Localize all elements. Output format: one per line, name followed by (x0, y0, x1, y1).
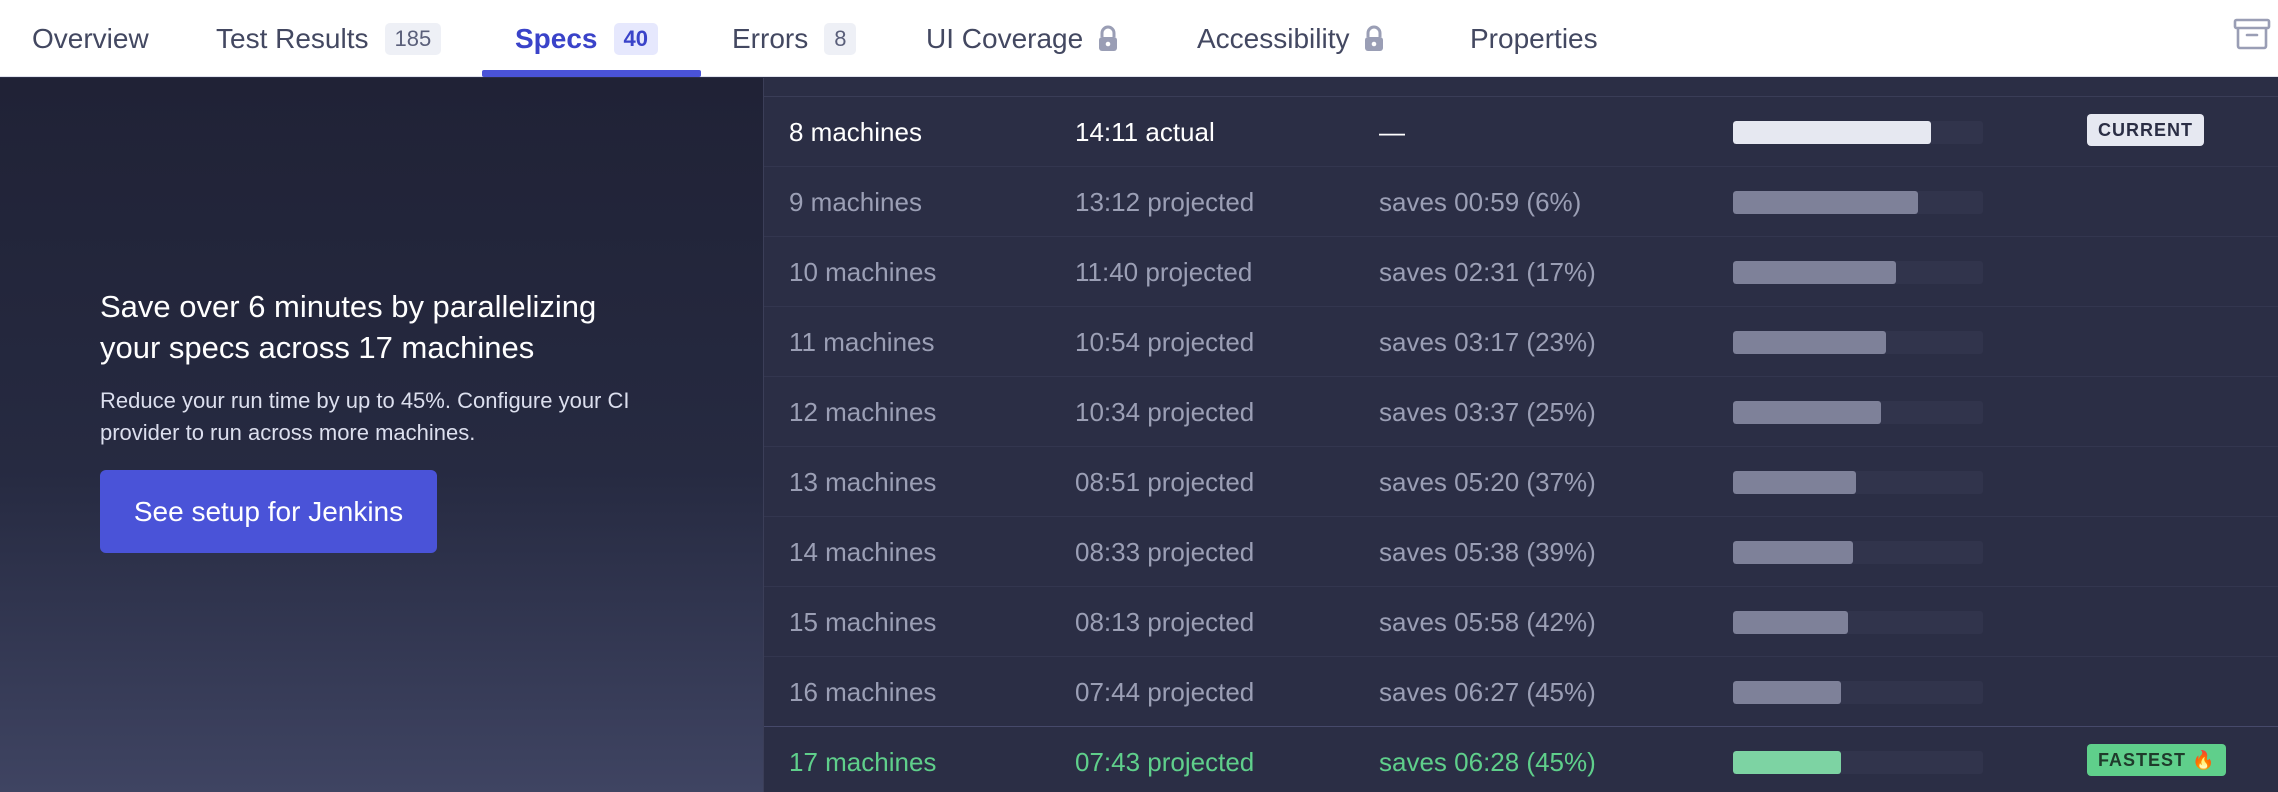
badge-label: FASTEST (2098, 749, 2187, 770)
duration-bar (1733, 681, 1983, 704)
duration-bar-fill (1733, 541, 1853, 564)
run-time: 14:11 actual (1075, 116, 1215, 147)
duration-bar-fill (1733, 401, 1881, 424)
duration-bar (1733, 471, 1983, 494)
tab-label: UI Coverage (926, 22, 1084, 54)
run-time: 11:40 projected (1075, 256, 1253, 287)
tab-test-results[interactable]: Test Results 185 (216, 0, 442, 77)
promo-title: Save over 6 minutes by parallelizing you… (100, 289, 597, 365)
table-row: 12 machines 10:34 projected saves 03:37 … (764, 377, 2278, 447)
duration-bar-fill (1733, 681, 1841, 704)
table-row: 16 machines 07:44 projected saves 06:27 … (764, 657, 2278, 727)
run-time: 10:54 projected (1075, 326, 1255, 357)
duration-bar-fill (1733, 261, 1896, 284)
setup-jenkins-button[interactable]: See setup for Jenkins (100, 470, 437, 553)
tab-bar: Overview Test Results 185 Specs 40 Error… (0, 0, 2278, 77)
machines-count: 11 machines (789, 326, 935, 357)
time-savings: saves 03:17 (23%) (1379, 326, 1596, 357)
duration-bar (1733, 751, 1983, 774)
fastest-badge: FASTEST 🔥 (2087, 744, 2227, 776)
time-savings: saves 03:37 (25%) (1379, 396, 1596, 427)
current-badge: CURRENT (2087, 114, 2204, 146)
tab-count-badge: 8 (824, 22, 857, 55)
table-row: 14 machines 08:33 projected saves 05:38 … (764, 517, 2278, 587)
table-row: 9 machines 13:12 projected saves 00:59 (… (764, 167, 2278, 237)
run-time: 07:44 projected (1075, 676, 1255, 707)
machines-count: 12 machines (789, 396, 937, 427)
tab-label: Accessibility (1197, 22, 1350, 54)
time-savings: — (1379, 116, 1405, 147)
flame-icon: 🔥 (2192, 749, 2216, 770)
machines-count: 17 machines (789, 746, 937, 777)
lock-icon (1097, 25, 1119, 53)
tab-count-badge: 40 (613, 22, 658, 55)
tab-errors[interactable]: Errors 8 (732, 0, 857, 77)
table-row: 10 machines 11:40 projected saves 02:31 … (764, 237, 2278, 307)
active-tab-indicator (482, 70, 701, 77)
archive-icon[interactable] (2233, 18, 2271, 50)
table-row: 13 machines 08:51 projected saves 05:20 … (764, 447, 2278, 517)
tab-label: Test Results (216, 22, 369, 54)
tab-specs[interactable]: Specs 40 (515, 0, 658, 77)
time-savings: saves 06:28 (45%) (1379, 746, 1596, 777)
duration-bar (1733, 191, 1983, 214)
machines-count: 14 machines (789, 536, 937, 567)
duration-bar-fill (1733, 191, 1918, 214)
table-row: 8 machines 14:11 actual — CURRENT (764, 97, 2278, 167)
time-savings: saves 05:20 (37%) (1379, 466, 1596, 497)
machines-count: 13 machines (789, 466, 937, 497)
run-time: 13:12 projected (1075, 186, 1255, 217)
tab-ui-coverage[interactable]: UI Coverage (926, 0, 1119, 77)
machines-count: 9 machines (789, 186, 922, 217)
machines-count: 16 machines (789, 676, 937, 707)
time-savings: saves 05:58 (42%) (1379, 606, 1596, 637)
run-time: 08:13 projected (1075, 606, 1255, 637)
table-row: 11 machines 10:54 projected saves 03:17 … (764, 307, 2278, 377)
tab-properties[interactable]: Properties (1470, 0, 1598, 77)
duration-bar (1733, 331, 1983, 354)
duration-bar-fill (1733, 611, 1848, 634)
duration-bar (1733, 611, 1983, 634)
run-time: 07:43 projected (1075, 746, 1255, 777)
duration-bar (1733, 121, 1983, 144)
time-savings: saves 06:27 (45%) (1379, 676, 1596, 707)
time-savings: saves 00:59 (6%) (1379, 186, 1582, 217)
machines-count: 15 machines (789, 606, 937, 637)
tab-label: Specs (515, 22, 598, 54)
tab-count-badge: 185 (384, 22, 442, 55)
tab-label: Overview (32, 22, 149, 54)
parallelization-promo: Save over 6 minutes by parallelizing you… (0, 78, 763, 792)
duration-bar (1733, 261, 1983, 284)
promo-description: Reduce your run time by up to 45%. Confi… (100, 388, 630, 445)
duration-bar (1733, 401, 1983, 424)
duration-bar-fill (1733, 471, 1856, 494)
tab-accessibility[interactable]: Accessibility (1197, 0, 1385, 77)
table-row: 15 machines 08:13 projected saves 05:58 … (764, 587, 2278, 657)
machines-count: 10 machines (789, 256, 937, 287)
lock-icon (1363, 25, 1385, 53)
tab-overview[interactable]: Overview (32, 0, 149, 77)
duration-bar-fill (1733, 751, 1841, 774)
run-time: 08:51 projected (1075, 466, 1255, 497)
run-time: 08:33 projected (1075, 536, 1255, 567)
run-time: 10:34 projected (1075, 396, 1255, 427)
duration-bar (1733, 541, 1983, 564)
tab-label: Errors (732, 22, 809, 54)
tab-label: Properties (1470, 22, 1598, 54)
duration-bar-fill (1733, 331, 1886, 354)
machines-count: 8 machines (789, 116, 922, 147)
time-savings: saves 05:38 (39%) (1379, 536, 1596, 567)
table-row: 17 machines 07:43 projected saves 06:28 … (764, 726, 2278, 792)
duration-bar-fill (1733, 121, 1931, 144)
machines-projection-table: 8 machines 14:11 actual — CURRENT 9 mach… (763, 78, 2278, 792)
time-savings: saves 02:31 (17%) (1379, 256, 1596, 287)
